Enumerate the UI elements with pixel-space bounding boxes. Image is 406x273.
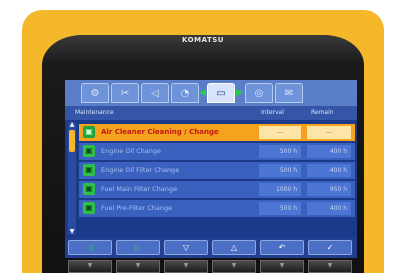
maintenance-row[interactable]: ▣ Fuel Pre-Filter Change 500 h 400 h: [79, 200, 355, 217]
softkey-down-icon[interactable]: ▽: [164, 240, 208, 255]
scrollbar[interactable]: ▲ ▼: [68, 121, 76, 235]
scroll-thumb[interactable]: [69, 130, 75, 152]
oil-icon: ▣: [83, 145, 95, 157]
row-name: Fuel Pre-Filter Change: [101, 204, 173, 212]
softkey-up-icon[interactable]: △: [212, 240, 256, 255]
hardware-button-6[interactable]: ▼: [308, 260, 352, 273]
row-interval: ---: [259, 126, 301, 139]
row-interval: 500 h: [259, 164, 301, 177]
tab-arrow-left-icon: ◀: [199, 88, 206, 98]
row-interval: 1000 h: [259, 183, 301, 196]
tab-tools-icon[interactable]: ✂: [111, 83, 139, 103]
row-remain: 950 h: [307, 183, 351, 196]
row-remain: 400 h: [307, 145, 351, 158]
tab-monitor-icon[interactable]: ◎: [245, 83, 273, 103]
row-remain: 400 h: [307, 164, 351, 177]
row-name: Air Cleaner Cleaning / Change: [101, 128, 219, 136]
row-name: Engine Oil Filter Change: [101, 166, 180, 174]
hardware-button-2[interactable]: ▼: [116, 260, 160, 273]
softkey-confirm-icon[interactable]: ✓: [308, 240, 352, 255]
oil-filter-icon: ▣: [83, 164, 95, 176]
tab-maintenance-icon[interactable]: ▭: [207, 83, 235, 103]
softkey-bar: ◁ ▷ ▽ △ ↶ ✓: [65, 238, 357, 258]
tab-wrench-icon[interactable]: ⚙: [81, 83, 109, 103]
hardware-buttons: ▼ ▼ ▼ ▼ ▼ ▼: [65, 260, 357, 273]
hardware-button-1[interactable]: ▼: [68, 260, 112, 273]
row-remain: ---: [307, 126, 351, 139]
hardware-button-5[interactable]: ▼: [260, 260, 304, 273]
monitor-screen: ⚙ ✂ ◁ ◔ ◀ ▭ ▶ ◎ ✉ Maintenance Interval R…: [65, 80, 357, 258]
maintenance-row-selected[interactable]: ▣ Air Cleaner Cleaning / Change --- ---: [79, 124, 355, 141]
header-interval: Interval: [261, 109, 284, 116]
row-name: Engine Oil Change: [101, 147, 162, 155]
row-interval: 500 h: [259, 202, 301, 215]
filter-icon: ▣: [83, 126, 95, 138]
softkey-right-icon[interactable]: ▷: [116, 240, 160, 255]
header-remain: Remain: [311, 109, 334, 116]
maintenance-row[interactable]: ▣ Fuel Main Filter Change 1000 h 950 h: [79, 181, 355, 198]
fuel-filter-icon: ▣: [83, 183, 95, 195]
tab-message-icon[interactable]: ✉: [275, 83, 303, 103]
scroll-down-icon[interactable]: ▼: [68, 228, 76, 235]
tab-bar: ⚙ ✂ ◁ ◔ ◀ ▭ ▶ ◎ ✉: [65, 80, 357, 106]
softkey-back-icon[interactable]: ↶: [260, 240, 304, 255]
hardware-button-3[interactable]: ▼: [164, 260, 208, 273]
header-maintenance: Maintenance: [75, 109, 114, 116]
maintenance-row[interactable]: ▣ Engine Oil Filter Change 500 h 400 h: [79, 162, 355, 179]
row-interval: 500 h: [259, 145, 301, 158]
list-header: Maintenance Interval Remain: [65, 106, 357, 120]
tab-arrow-right-icon: ▶: [236, 88, 243, 98]
hardware-button-4[interactable]: ▼: [212, 260, 256, 273]
tab-gauge-icon[interactable]: ◔: [171, 83, 199, 103]
fuel-prefilter-icon: ▣: [83, 202, 95, 214]
maintenance-row[interactable]: ▣ Engine Oil Change 500 h 400 h: [79, 143, 355, 160]
softkey-left-icon[interactable]: ◁: [68, 240, 112, 255]
row-remain: 400 h: [307, 202, 351, 215]
brand-logo: KOMATSU: [182, 36, 224, 44]
scroll-up-icon[interactable]: ▲: [68, 121, 76, 128]
tab-triangle-icon[interactable]: ◁: [141, 83, 169, 103]
row-name: Fuel Main Filter Change: [101, 185, 178, 193]
